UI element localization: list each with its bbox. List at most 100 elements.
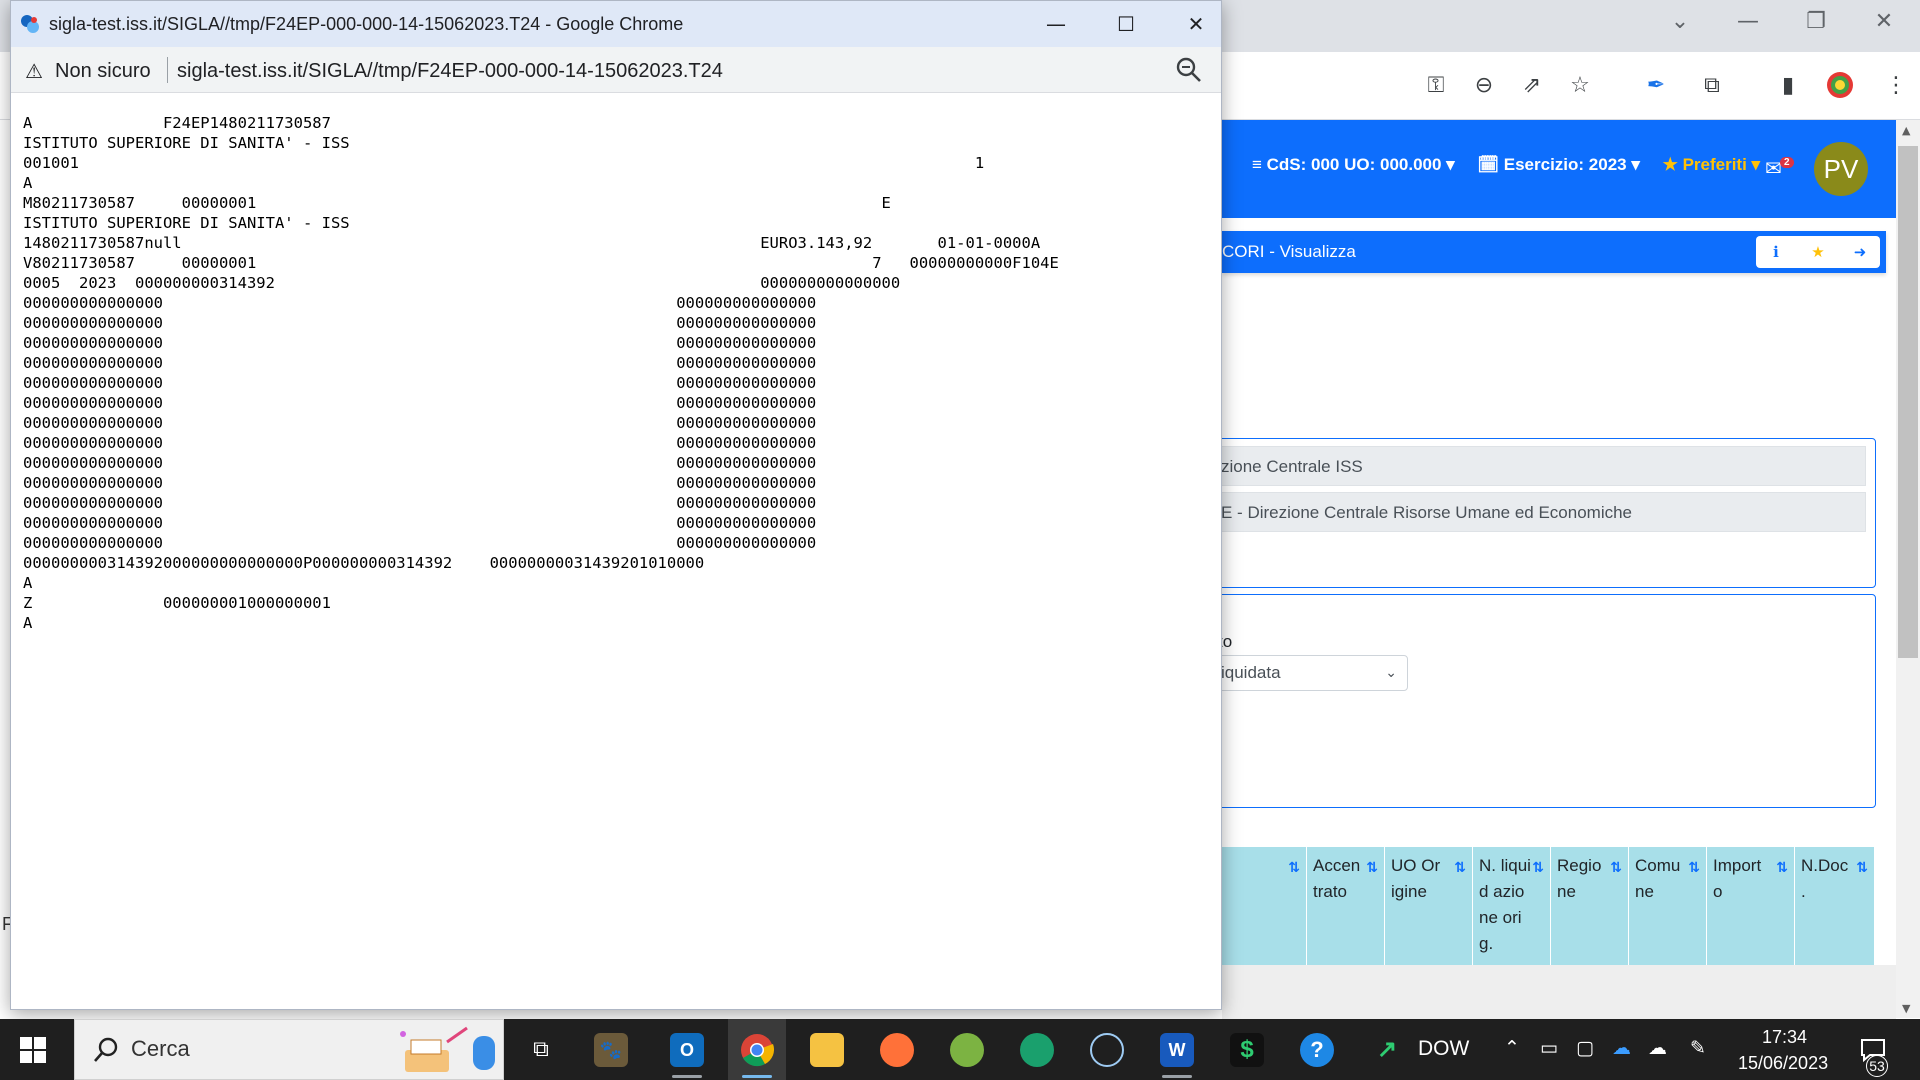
- warning-triangle-icon[interactable]: ⚠: [25, 59, 43, 83]
- taskbar-search-box[interactable]: Cerca: [74, 1019, 504, 1080]
- tray-chevron-up-icon[interactable]: ⌃: [1504, 1037, 1520, 1059]
- file-line: 000000000000000 000000000000000: [23, 294, 817, 312]
- sort-icon[interactable]: ⇅: [1454, 855, 1466, 881]
- taskbar-app-gimp[interactable]: 🐾: [582, 1019, 640, 1080]
- state-select-value: iquidata: [1221, 663, 1281, 682]
- column-header-partial[interactable]: ⇅: [1222, 847, 1306, 965]
- file-line: 000000000000000 000000000000000: [23, 514, 817, 532]
- favorite-star-icon[interactable]: ★: [1806, 240, 1830, 264]
- clock-date[interactable]: 15/06/2023: [1738, 1053, 1828, 1074]
- column-header-regione[interactable]: Regio ne ⇅: [1550, 847, 1628, 965]
- column-header-comune[interactable]: Comu ne ⇅: [1628, 847, 1706, 965]
- battery-icon[interactable]: ▭: [1540, 1037, 1558, 1059]
- taskbar-app-outlook[interactable]: O: [658, 1019, 716, 1080]
- file-line: 000000000000000 000000000000000: [23, 374, 817, 392]
- file-content: A F24EP1480211730587 ISTITUTO SUPERIORE D…: [23, 113, 1213, 633]
- taskbar-app-turtle[interactable]: [938, 1019, 996, 1080]
- header-menu: ≡ CdS: 000 UO: 000.000 ▾ 🗓 Esercizio: 20…: [1252, 155, 1778, 175]
- column-label: Import o: [1713, 856, 1762, 901]
- mail-icon[interactable]: ✉: [1765, 156, 1782, 180]
- popup-minimize-button[interactable]: —: [1041, 10, 1071, 38]
- sort-icon[interactable]: ⇅: [1610, 855, 1622, 881]
- restore-button[interactable]: ❐: [1796, 8, 1836, 36]
- address-url[interactable]: sigla-test.iss.it/SIGLA//tmp/F24EP-000-0…: [177, 60, 723, 83]
- title-actions: ℹ ★ ➜: [1756, 236, 1880, 268]
- taskbar-app-help[interactable]: ?: [1288, 1019, 1346, 1080]
- tab-search-chevron-icon[interactable]: ⌄: [1660, 8, 1700, 36]
- popup-titlebar[interactable]: sigla-test.iss.it/SIGLA//tmp/F24EP-000-0…: [11, 1, 1221, 47]
- display-icon[interactable]: ▢: [1576, 1037, 1594, 1059]
- taskbar-app-firefox[interactable]: [868, 1019, 926, 1080]
- file-line: 000000000000000 000000000000000: [23, 314, 817, 332]
- taskbar-app-cortana[interactable]: [1078, 1019, 1136, 1080]
- windows-start-icon[interactable]: [20, 1037, 46, 1063]
- task-view-button[interactable]: ⧉: [512, 1019, 570, 1080]
- file-line: 000000000000000 000000000000000: [23, 394, 817, 412]
- column-header-n-liquidazione[interactable]: N. liquid azione orig. ⇅: [1472, 847, 1550, 965]
- scrollbar-thumb[interactable]: [1898, 146, 1918, 658]
- popup-maximize-button[interactable]: ☐: [1111, 10, 1141, 38]
- taskbar-app-file-explorer[interactable]: [798, 1019, 856, 1080]
- column-header-accentrato[interactable]: Accen trato ⇅: [1306, 847, 1384, 965]
- chevron-down-icon: ⌄: [1385, 665, 1397, 681]
- preferiti-dropdown[interactable]: ★ Preferiti ▾: [1663, 155, 1760, 174]
- taskbar-app-stocks[interactable]: ↗: [1358, 1019, 1416, 1080]
- side-panel-icon[interactable]: ▮: [1772, 70, 1804, 102]
- user-avatar[interactable]: PV: [1814, 142, 1868, 196]
- column-header-n-doc[interactable]: N.Doc . ⇅: [1794, 847, 1874, 965]
- outlook-icon: O: [670, 1033, 704, 1067]
- profile-icon[interactable]: [1824, 70, 1856, 102]
- key-icon[interactable]: ⚿: [1420, 70, 1452, 102]
- share-icon[interactable]: ⇗: [1516, 70, 1548, 102]
- chart-up-icon: ↗: [1376, 1036, 1398, 1063]
- chrome-icon: [740, 1033, 775, 1067]
- esercizio-dropdown[interactable]: 🗓 Esercizio: 2023 ▾: [1477, 155, 1639, 174]
- sort-icon[interactable]: ⇅: [1366, 855, 1378, 881]
- stock-ticker-label[interactable]: DOW: [1418, 1037, 1469, 1061]
- scroll-down-arrow-icon[interactable]: ▼: [1902, 1002, 1914, 1015]
- security-status[interactable]: Non sicuro: [55, 60, 151, 83]
- file-line: A: [23, 174, 33, 192]
- popup-title: sigla-test.iss.it/SIGLA//tmp/F24EP-000-0…: [49, 14, 684, 34]
- info-icon[interactable]: ℹ: [1764, 240, 1788, 264]
- scroll-up-arrow-icon[interactable]: ▲: [1902, 124, 1914, 137]
- close-button[interactable]: ✕: [1864, 8, 1904, 36]
- taskbar-app-word[interactable]: W: [1148, 1019, 1206, 1080]
- sort-icon[interactable]: ⇅: [1288, 855, 1300, 881]
- file-line: M80211730587 00000001 E: [23, 194, 891, 212]
- help-icon: ?: [1300, 1033, 1334, 1067]
- sort-icon[interactable]: ⇅: [1532, 855, 1544, 881]
- column-header-uo-origine[interactable]: UO Origine ⇅: [1384, 847, 1472, 965]
- cds-field: zione Centrale ISS: [1220, 446, 1866, 486]
- sort-icon[interactable]: ⇅: [1856, 855, 1868, 881]
- extension-feather-icon[interactable]: ✒: [1640, 70, 1672, 102]
- sort-icon[interactable]: ⇅: [1688, 855, 1700, 881]
- bookmark-star-icon[interactable]: ☆: [1564, 70, 1596, 102]
- zoom-icon[interactable]: [1174, 55, 1204, 85]
- popup-close-button[interactable]: ✕: [1181, 10, 1211, 38]
- cds-field-value: zione Centrale ISS: [1221, 457, 1363, 476]
- taskbar-app-chrome[interactable]: [728, 1019, 786, 1080]
- taskbar-app-edge[interactable]: [1008, 1019, 1066, 1080]
- cds-uo-dropdown[interactable]: ≡ CdS: 000 UO: 000.000 ▾: [1252, 155, 1455, 174]
- column-header-importo[interactable]: Import o ⇅: [1706, 847, 1794, 965]
- state-select[interactable]: iquidata ⌄: [1200, 655, 1408, 691]
- file-line: 000000000000000 000000000000000: [23, 494, 817, 512]
- column-label: Accen trato: [1313, 856, 1361, 901]
- cloud-icon[interactable]: ☁: [1648, 1037, 1667, 1059]
- minimize-button[interactable]: —: [1728, 8, 1768, 36]
- popup-address-bar[interactable]: ⚠ Non sicuro sigla-test.iss.it/SIGLA//tm…: [11, 47, 1221, 93]
- file-line: 000000000000000 000000000000000: [23, 454, 817, 472]
- clock-time[interactable]: 17:34: [1762, 1027, 1807, 1048]
- pen-icon[interactable]: ✎: [1690, 1037, 1706, 1059]
- active-indicator: [742, 1075, 772, 1078]
- extensions-puzzle-icon[interactable]: ⧉: [1696, 70, 1728, 102]
- taskbar-app-green-s[interactable]: $: [1218, 1019, 1276, 1080]
- exit-icon[interactable]: ➜: [1848, 240, 1872, 264]
- table-footer-area: [1222, 965, 1896, 1019]
- sort-icon[interactable]: ⇅: [1776, 855, 1788, 881]
- more-menu-icon[interactable]: ⋮: [1880, 70, 1912, 102]
- active-indicator: [672, 1075, 702, 1078]
- zoom-out-icon[interactable]: ⊖: [1468, 70, 1500, 102]
- onedrive-cloud-icon[interactable]: ☁: [1612, 1037, 1631, 1059]
